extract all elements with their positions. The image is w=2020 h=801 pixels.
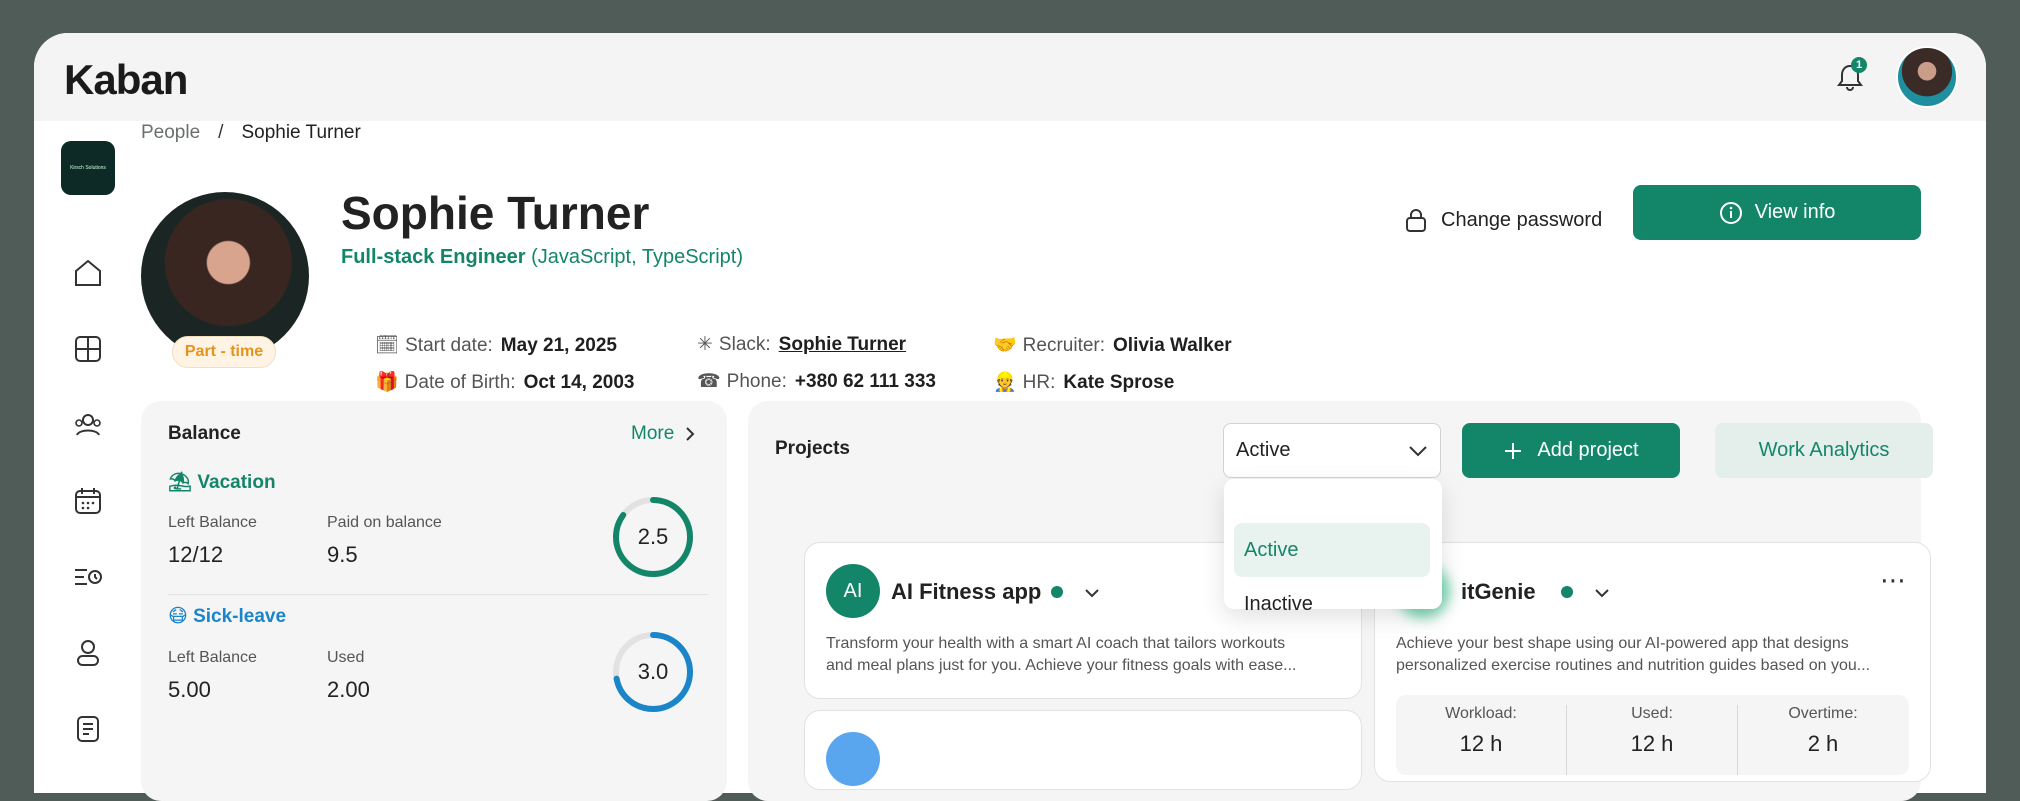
project-avatar: AI: [826, 564, 880, 618]
dashboard-icon[interactable]: [72, 333, 104, 365]
sick-leave-ring-value: 3.0: [637, 659, 669, 684]
lock-icon: [1406, 209, 1426, 232]
plus-icon: [1505, 442, 1522, 459]
phone-icon: ☎: [697, 371, 721, 392]
project-name[interactable]: AI Fitness app: [891, 579, 1041, 605]
breadcrumb-people[interactable]: People: [141, 122, 200, 143]
vacation-paid-label: Paid on balance: [327, 514, 442, 531]
document-icon[interactable]: [72, 713, 104, 745]
phone-info: ☎ Phone: +380 62 111 333: [697, 371, 936, 392]
overtime-stat: Overtime: 2 h: [1788, 705, 1858, 756]
divider: [168, 594, 708, 595]
project-description: Achieve your best shape using our AI-pow…: [1396, 635, 1871, 674]
hr-info: 👷 HR: Kate Sprose: [993, 372, 1175, 393]
chevron-down-icon[interactable]: [1082, 583, 1102, 603]
used-stat: Used: 12 h: [1630, 705, 1674, 756]
chevron-down-icon[interactable]: [1592, 583, 1612, 603]
profile-icon[interactable]: [72, 637, 104, 669]
sick-face-icon: 😷: [168, 606, 194, 627]
project-card[interactable]: [804, 710, 1362, 790]
sick-used-label: Used: [327, 649, 365, 666]
job-title: Full-stack Engineer (JavaScript, TypeScr…: [341, 246, 743, 269]
calendar-emoji-icon: 🗓: [375, 335, 400, 356]
vacation-ring-value: 2.5: [637, 524, 669, 549]
project-description: Transform your health with a smart AI co…: [826, 635, 1297, 674]
app-logo[interactable]: Kaban: [64, 56, 188, 104]
sick-left-value: 5.00: [168, 677, 211, 702]
start-date: 🗓 Start date: May 21, 2025: [375, 335, 617, 356]
person-icon: 👷: [993, 372, 1017, 393]
status-dropdown-menu: Active Inactive: [1224, 479, 1442, 615]
add-project-label: Add project: [1537, 439, 1639, 461]
vacation-left-value: 12/12: [168, 542, 224, 567]
project-stats: Workload: 12 h Used: 12 h Overtime: 2 h: [1396, 695, 1909, 775]
company-logo[interactable]: Kirsch Solutions: [61, 141, 115, 195]
view-info-label: View info: [1754, 201, 1836, 223]
balance-card: Balance More ⛱ Vacation Left Balance 12/…: [141, 401, 727, 801]
handshake-icon: 🤝: [993, 335, 1017, 356]
work-analytics-button[interactable]: Work Analytics: [1715, 423, 1933, 478]
timelog-icon[interactable]: [72, 561, 104, 593]
chevron-right-icon: [686, 427, 695, 441]
workload-stat: Workload: 12 h: [1445, 705, 1517, 756]
slack-info: ✳ Slack: Sophie Turner: [697, 334, 907, 355]
employment-badge: Part - time: [172, 336, 276, 368]
role-main: Full-stack Engineer: [341, 246, 526, 268]
calendar-icon[interactable]: [72, 485, 104, 517]
chevron-down-icon: [1409, 445, 1427, 456]
sick-used-value: 2.00: [327, 677, 370, 702]
sick-leave-title: 😷 Sick-leave: [168, 606, 287, 627]
page-title: Sophie Turner: [341, 187, 650, 239]
date-of-birth: 🎁 Date of Birth: Oct 14, 2003: [375, 372, 635, 393]
top-bar: Kaban 1: [34, 33, 1986, 121]
status-filter-value: Active: [1236, 439, 1291, 461]
change-password-label: Change password: [1441, 208, 1603, 231]
dropdown-option-active[interactable]: Active: [1234, 523, 1430, 577]
notification-badge: 1: [1851, 57, 1867, 73]
slack-link[interactable]: Sophie Turner: [779, 334, 906, 355]
add-project-button[interactable]: Add project: [1462, 423, 1680, 478]
beach-icon: ⛱: [168, 472, 198, 493]
projects-title: Projects: [775, 438, 850, 459]
info-icon: [1719, 201, 1742, 224]
sidebar: Kirsch Solutions: [34, 121, 138, 793]
profile-photo: [141, 192, 309, 360]
project-avatar: [826, 732, 880, 786]
status-dot-icon: [1051, 586, 1063, 598]
status-filter-select[interactable]: Active: [1223, 423, 1441, 478]
recruiter-info: 🤝 Recruiter: Olivia Walker: [993, 335, 1232, 356]
status-dot-icon: [1561, 586, 1573, 598]
change-password-button[interactable]: Change password: [1403, 195, 1602, 245]
people-icon[interactable]: [72, 409, 104, 441]
vacation-title: ⛱ Vacation: [168, 472, 276, 493]
view-info-button[interactable]: View info: [1633, 185, 1921, 240]
project-name[interactable]: itGenie: [1461, 579, 1536, 605]
role-sub: (JavaScript, TypeScript): [531, 246, 743, 268]
vacation-paid-value: 9.5: [327, 542, 358, 567]
breadcrumb: People / Sophie Turner: [141, 122, 361, 144]
slack-icon: ✳: [697, 334, 713, 355]
balance-more-link[interactable]: More: [631, 423, 696, 445]
balance-title: Balance: [168, 423, 241, 444]
gift-icon: 🎁: [375, 372, 399, 393]
dropdown-option-inactive[interactable]: Inactive: [1234, 577, 1430, 631]
user-avatar[interactable]: [1896, 46, 1958, 108]
breadcrumb-separator: /: [218, 122, 224, 143]
more-options-icon[interactable]: ⋯: [1880, 565, 1908, 596]
vacation-left-label: Left Balance: [168, 514, 257, 531]
sick-left-label: Left Balance: [168, 649, 257, 666]
breadcrumb-current: Sophie Turner: [241, 122, 361, 143]
home-icon[interactable]: [72, 257, 104, 289]
